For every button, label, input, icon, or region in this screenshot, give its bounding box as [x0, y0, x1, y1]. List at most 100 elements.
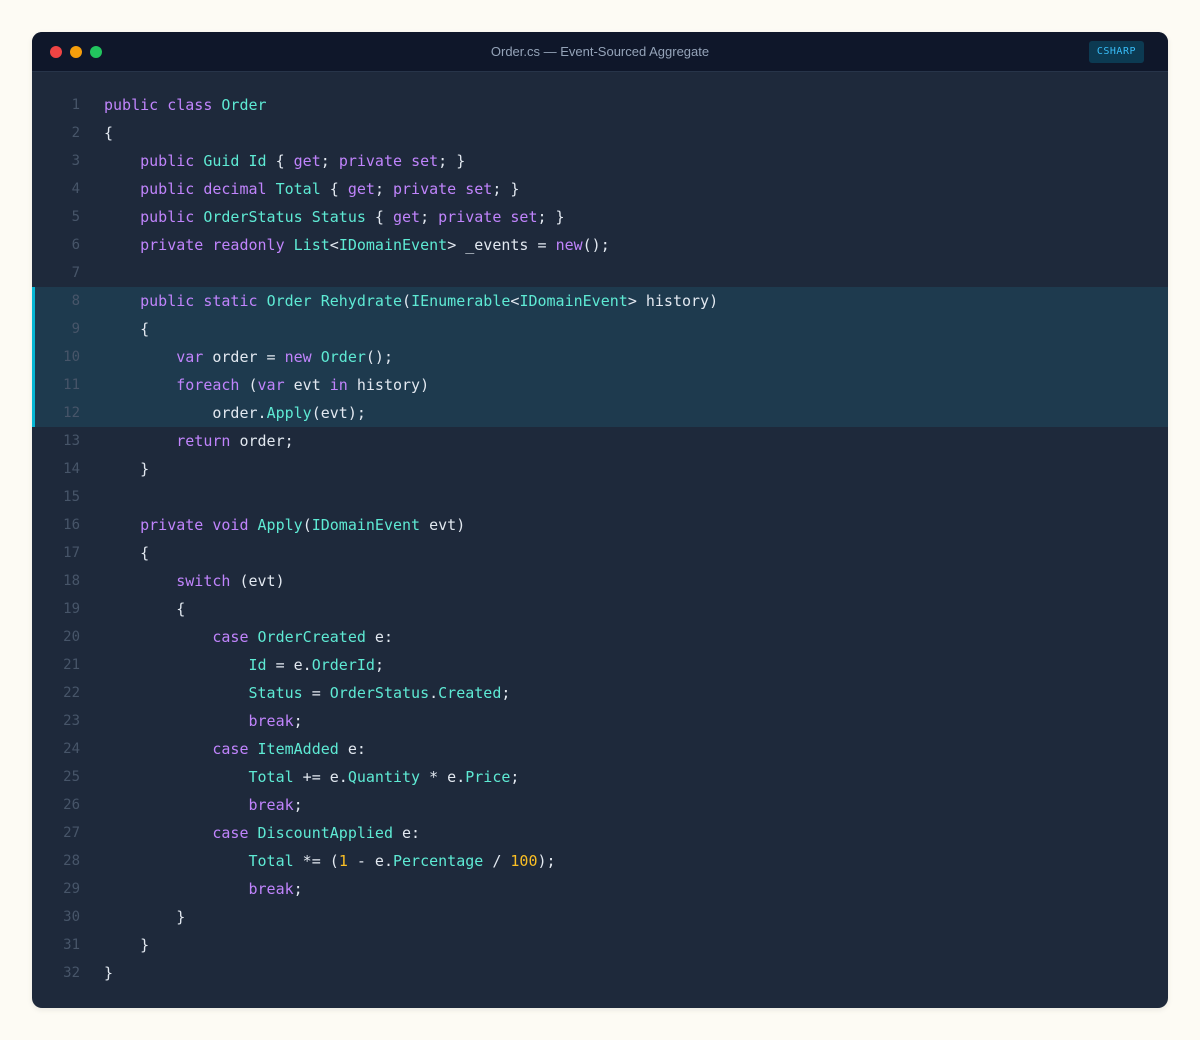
- code-token: {: [104, 544, 150, 562]
- code-line: 32}: [32, 959, 1168, 987]
- line-number: 3: [71, 153, 80, 169]
- line-source: {: [104, 315, 149, 343]
- code-token: return: [176, 432, 231, 450]
- code-window: Order.cs — Event-Sourced Aggregate CSHAR…: [32, 32, 1168, 1008]
- code-token: var: [257, 376, 285, 394]
- code-token: private: [393, 180, 457, 198]
- line-source: private readonly List<IDomainEvent> _eve…: [104, 231, 610, 259]
- code-token: new: [284, 348, 312, 366]
- line-source: }: [104, 959, 113, 987]
- title-bar: Order.cs — Event-Sourced Aggregate CSHAR…: [32, 32, 1168, 72]
- code-token: (evt);: [311, 404, 366, 422]
- code-token: ;: [510, 768, 520, 786]
- line-source: Status = OrderStatus.Created;: [104, 679, 511, 707]
- code-token: {: [365, 208, 393, 226]
- code-token: private: [438, 208, 502, 226]
- code-token: case: [212, 740, 249, 758]
- line-source: }: [104, 931, 149, 959]
- code-token: {: [266, 152, 294, 170]
- line-source: break;: [104, 707, 303, 735]
- code-token: IDomainEvent: [519, 292, 628, 310]
- code-line: 13 return order;: [32, 427, 1168, 455]
- code-token: OrderCreated: [257, 628, 366, 646]
- code-line: 12 order.Apply(evt);: [32, 399, 1168, 427]
- code-line: 25 Total += e.Quantity * e.Price;: [32, 763, 1168, 791]
- code-token: Total: [248, 852, 294, 870]
- line-source: public OrderStatus Status { get; private…: [104, 203, 564, 231]
- line-number: 15: [63, 489, 80, 505]
- code-token: ();: [365, 348, 393, 366]
- code-token: Status: [311, 208, 366, 226]
- line-source: {: [104, 539, 149, 567]
- line-source: case ItemAdded e:: [104, 735, 366, 763]
- line-number: 23: [63, 713, 80, 729]
- code-token: ;: [374, 180, 393, 198]
- line-number: 27: [63, 825, 80, 841]
- line-number: 1: [71, 97, 80, 113]
- line-number: 32: [63, 965, 80, 981]
- code-token: > history): [627, 292, 719, 310]
- code-token: ;: [293, 880, 303, 898]
- line-number: 5: [71, 209, 80, 225]
- code-token: DiscountApplied: [257, 824, 393, 842]
- code-token: Order: [266, 292, 312, 310]
- code-token: Guid: [203, 152, 240, 170]
- line-number: 17: [63, 545, 80, 561]
- code-token: set: [465, 180, 493, 198]
- code-line: 20 case OrderCreated e:: [32, 623, 1168, 651]
- code-token: ();: [582, 236, 610, 254]
- code-token: 1: [338, 852, 348, 870]
- code-token: private: [140, 516, 204, 534]
- code-token: e:: [393, 824, 421, 842]
- code-line: 8 public static Order Rehydrate(IEnumera…: [32, 287, 1168, 315]
- code-token: = e.: [266, 656, 312, 674]
- code-token: ;: [501, 684, 511, 702]
- code-token: Price: [465, 768, 511, 786]
- code-token: Total: [248, 768, 294, 786]
- code-token: new: [555, 236, 583, 254]
- line-source: switch (evt): [104, 567, 284, 595]
- line-number: 29: [63, 881, 80, 897]
- code-token: (: [402, 292, 412, 310]
- code-token: Rehydrate: [320, 292, 403, 310]
- line-number: 8: [71, 293, 80, 309]
- code-line: 19 {: [32, 595, 1168, 623]
- code-token: void: [212, 516, 249, 534]
- code-token: {: [320, 180, 348, 198]
- code-token: IDomainEvent: [338, 236, 448, 254]
- code-token: ; }: [438, 152, 466, 170]
- line-source: }: [104, 903, 185, 931]
- code-line: 23 break;: [32, 707, 1168, 735]
- code-line: 15: [32, 483, 1168, 511]
- code-token: /: [483, 852, 511, 870]
- code-token: (: [302, 516, 312, 534]
- line-number: 24: [63, 741, 80, 757]
- line-source: case OrderCreated e:: [104, 623, 393, 651]
- code-line: 2{: [32, 119, 1168, 147]
- code-line: 31 }: [32, 931, 1168, 959]
- code-token: Apply: [266, 404, 312, 422]
- code-token: ;: [320, 152, 339, 170]
- code-token: ; }: [492, 180, 520, 198]
- code-token: ;: [420, 208, 439, 226]
- code-token: > _events =: [447, 236, 556, 254]
- code-line: 26 break;: [32, 791, 1168, 819]
- code-token: break: [248, 712, 294, 730]
- code-editor[interactable]: 1 public class Order 2{3 public Guid Id { …: [32, 91, 1168, 987]
